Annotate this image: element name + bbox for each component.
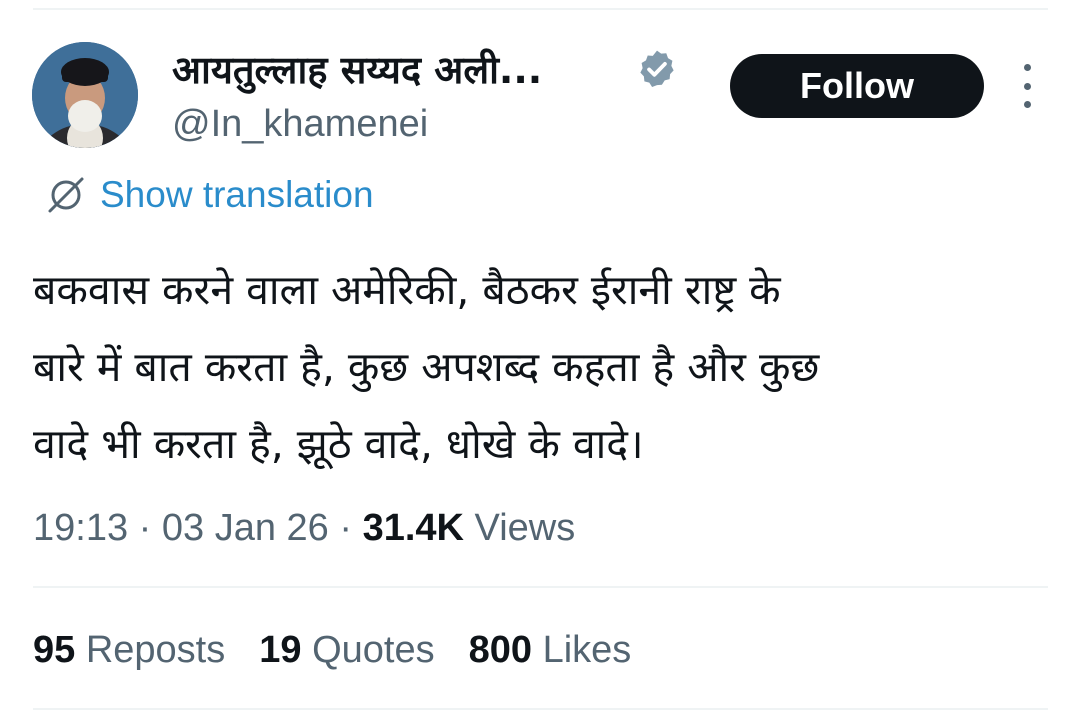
quotes-label: Quotes — [301, 629, 435, 671]
more-dot — [1023, 101, 1031, 108]
stats-divider-bottom — [33, 708, 1048, 710]
author-handle[interactable]: @In_khamenei — [172, 100, 428, 148]
tweet-time[interactable]: 19:13 — [33, 507, 128, 549]
author-display-name[interactable]: आयतुल्लाह सय्यद अली... — [172, 46, 542, 94]
tweet-text: बकवास करने वाला अमेरिकी, बैठकर ईरानी राष… — [33, 252, 1043, 483]
show-translation-link[interactable]: Show translation — [42, 170, 374, 220]
quotes-stat[interactable]: 19 Quotes — [259, 626, 434, 674]
tweet-line: बारे में बात करता है, कुछ अपशब्द कहता है… — [33, 343, 820, 391]
tweet-date[interactable]: 03 Jan 26 — [162, 507, 329, 549]
follow-button[interactable]: Follow — [730, 54, 984, 118]
globe-slash-icon — [48, 177, 84, 213]
tweet-line: बकवास करने वाला अमेरिकी, बैठकर ईरानी राष… — [33, 266, 781, 314]
meta-separator: · — [128, 507, 162, 549]
avatar-image — [32, 42, 138, 148]
likes-label: Likes — [532, 629, 632, 671]
likes-stat[interactable]: 800 Likes — [469, 626, 632, 674]
likes-count: 800 — [468, 629, 533, 671]
tweet-line: वादे भी करता है, झूठे वादे, धोखे के वादे… — [33, 420, 644, 468]
tweet-meta: 19:13 · 03 Jan 26 · 31.4K Views — [33, 504, 575, 552]
avatar[interactable] — [32, 42, 138, 148]
meta-separator: · — [328, 507, 363, 549]
views-label: Views — [463, 507, 576, 549]
verified-badge-icon — [640, 50, 674, 88]
reposts-label: Reposts — [75, 629, 226, 671]
reposts-stat[interactable]: 95 Reposts — [33, 626, 225, 674]
more-dot — [1023, 82, 1031, 90]
engagement-stats: 95 Reposts 19 Quotes 800 Likes — [33, 626, 665, 674]
top-divider — [33, 8, 1048, 10]
more-dot — [1023, 64, 1031, 71]
views-count[interactable]: 31.4K — [363, 507, 464, 549]
show-translation-label: Show translation — [100, 174, 374, 215]
quotes-count: 19 — [259, 629, 302, 671]
reposts-count: 95 — [33, 629, 76, 671]
more-vertical-icon[interactable] — [1014, 64, 1040, 108]
stats-divider-top — [33, 586, 1048, 588]
